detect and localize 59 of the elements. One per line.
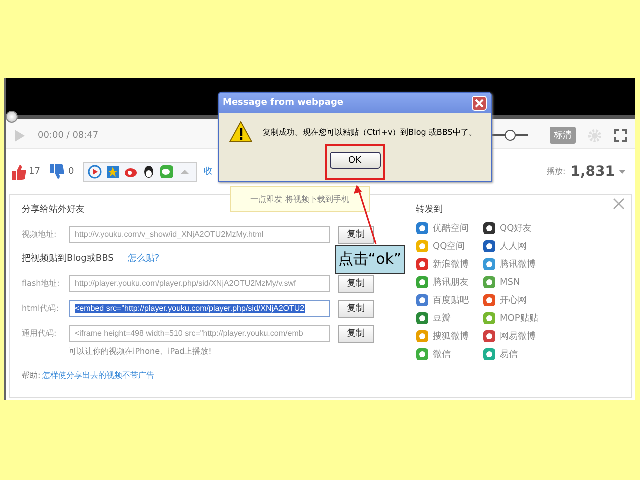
share-service-link[interactable]: 腾讯朋友 [416,276,483,289]
volume-thumb[interactable] [505,130,516,141]
share-service-link[interactable]: 新浪微博 [416,258,483,271]
share-service-link[interactable]: 易信 [483,348,563,361]
thumbs-up-icon[interactable] [10,162,26,180]
share-service-link[interactable]: 优酷空间 [416,222,483,235]
dialog-title: Message from webpage [223,98,344,108]
code-field[interactable]: http://v.youku.com/v_show/id_XNjA2OTU2MzMy.html [69,226,330,243]
fullscreen-icon[interactable] [614,129,627,142]
play-circle-icon[interactable] [88,164,102,178]
help-label: 帮助: [22,370,41,381]
close-icon[interactable] [613,198,625,210]
play-count-label: 播放: [547,166,566,177]
time-display: 00:00 / 08:47 [38,130,99,140]
tooltip: 一点即发 将视频下载到手机 [230,186,370,212]
copy-button[interactable]: 复制 [338,274,374,292]
field-label: html代码: [22,303,60,314]
section-title: 转发到 [416,205,443,215]
share-service-link[interactable]: 百度贴吧 [416,294,483,307]
share-service-link[interactable]: 腾讯微博 [483,258,563,271]
star-icon[interactable] [106,164,120,178]
share-service-link[interactable]: 人人网 [483,240,563,253]
share-service-link[interactable]: QQ空间 [416,240,483,253]
highlight-frame [325,144,385,180]
ok-button[interactable]: OK [330,152,380,169]
caret-icon[interactable] [618,167,627,176]
field-label: 通用代码: [22,328,58,339]
share-service-link[interactable]: MOP贴贴 [483,312,563,325]
play-count: 1,831 [570,164,615,180]
hint-text: 可以让你的视频在iPhone、iPad上播放! [69,346,213,357]
share-service-link[interactable]: 搜狐微博 [416,330,483,343]
share-service-link[interactable]: 豆瓣 [416,312,483,325]
collect-link[interactable]: 收 [204,165,214,178]
dialog-message: 复制成功。现在您可以粘贴（Ctrl+v）到Blog 或BBS中了。 [263,126,477,138]
thumbs-down-icon[interactable] [48,162,66,180]
code-field[interactable]: http://player.youku.com/player.php/sid/XNjA2OTU2MzMy/v.swf [69,275,330,292]
section-title: 把视频贴到Blog或BBS [22,252,114,265]
share-service-link[interactable]: 开心网 [483,294,563,307]
close-button[interactable] [472,96,487,110]
code-field[interactable]: <embed src="http://player.youku.com/player.php/sid/XNjA2OTU2 [69,300,330,317]
copy-button[interactable]: 复制 [338,300,374,318]
help-link[interactable]: 怎么贴? [128,252,160,265]
dislike-count: 0 [68,166,74,176]
copy-button[interactable]: 复制 [338,324,374,342]
help-link[interactable]: 怎样使分享出去的视频不带广告 [42,370,155,381]
warning-icon [229,121,253,143]
share-service-link[interactable]: 网易微博 [483,330,563,343]
share-service-link[interactable]: 微信 [416,348,483,361]
quality-button[interactable]: 标清 [550,127,576,144]
field-label: flash地址: [22,278,61,289]
share-service-link[interactable]: MSN [483,276,563,289]
share-service-link[interactable]: QQ好友 [483,222,563,235]
callout-note: 点击“ok” [335,245,405,274]
copy-button[interactable]: 复制 [338,226,374,244]
like-count: 17 [29,166,40,176]
progress-thumb[interactable] [6,111,18,123]
field-label: 视频地址: [22,229,58,240]
code-field[interactable]: <iframe height=498 width=510 src="http://player.youku.com/emb [69,325,330,342]
section-title: 分享给站外好友 [22,204,86,216]
